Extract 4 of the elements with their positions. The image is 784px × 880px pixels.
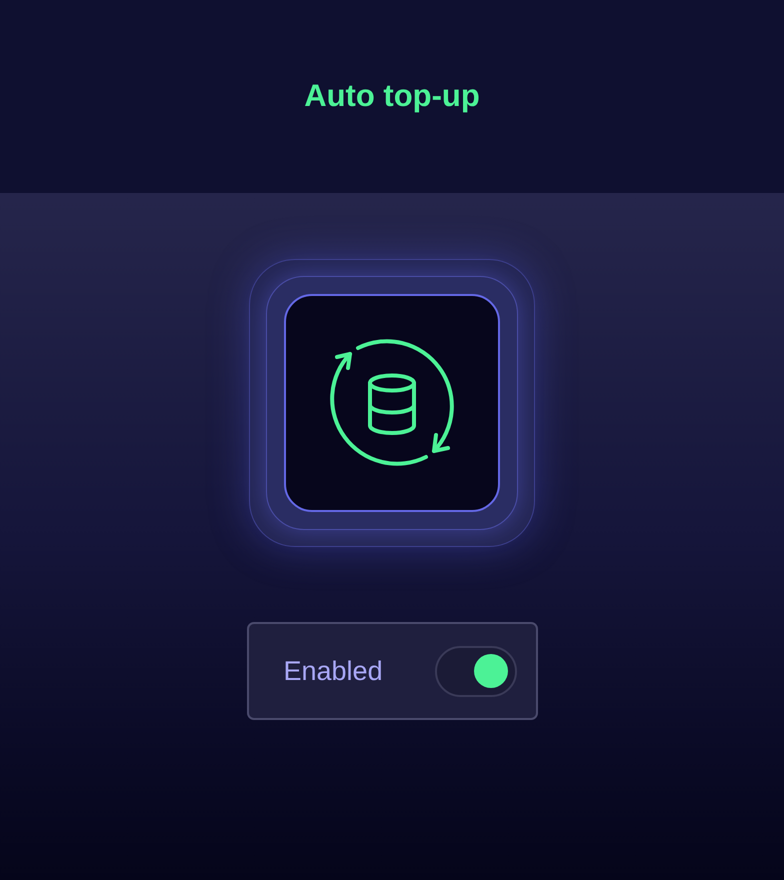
toggle-switch[interactable] — [434, 646, 516, 696]
toggle-knob — [474, 654, 508, 688]
toggle-label: Enabled — [284, 658, 383, 684]
page-title: Auto top-up — [304, 80, 480, 113]
